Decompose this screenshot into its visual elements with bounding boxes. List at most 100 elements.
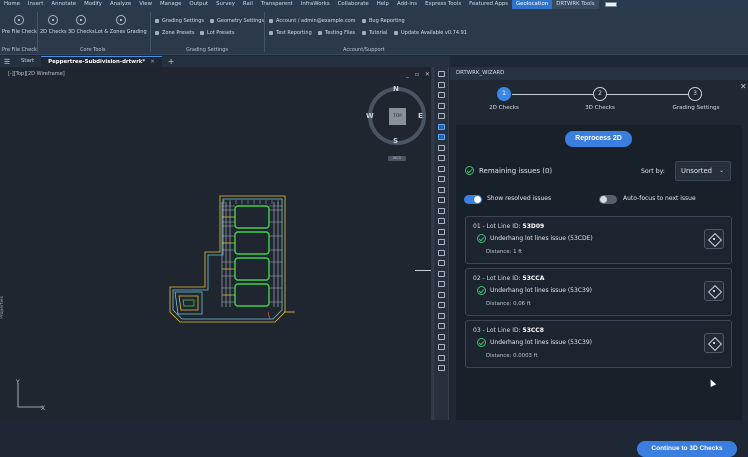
tool-icon[interactable]	[438, 176, 445, 182]
menu-item-view[interactable]: View	[135, 0, 156, 9]
close-tab-icon[interactable]: ✕	[150, 59, 155, 65]
menu-item-geolocation[interactable]: Geolocation	[512, 0, 553, 9]
menu-item-output[interactable]: Output	[185, 0, 212, 9]
zoom-to-issue-icon[interactable]	[704, 281, 724, 301]
reprocess-2d-button[interactable]: Reprocess 2D	[565, 131, 632, 147]
tool-icon[interactable]	[438, 218, 445, 224]
issue-card[interactable]: 02 - Lot Line ID: 53CCA Underhang lot li…	[465, 268, 732, 316]
tool-icon[interactable]	[438, 155, 445, 161]
tab-drawing[interactable]: Peppertree-Subdivision-drtwrk* ✕	[41, 56, 162, 67]
3d-checks-button[interactable]: 3D Checks	[68, 15, 95, 35]
menu-item-express-tools[interactable]: Express Tools	[421, 0, 465, 9]
test-reporting-button[interactable]: Test Reporting	[269, 30, 312, 36]
show-resolved-toggle[interactable]	[464, 195, 482, 204]
sort-by-label: Sort by:	[641, 168, 665, 175]
menu-item-featured-apps[interactable]: Featured Apps	[465, 0, 512, 9]
tool-icon[interactable]	[438, 239, 445, 245]
tool-icon[interactable]	[438, 134, 445, 140]
tool-icon[interactable]	[438, 344, 445, 350]
viewport-label[interactable]: [-][Top][2D Wireframe]	[8, 71, 65, 77]
tool-icon[interactable]	[438, 323, 445, 329]
tool-icon[interactable]	[438, 92, 445, 98]
panel-title[interactable]: DRTWRK_WIZARD	[450, 67, 748, 80]
tool-icon[interactable]	[438, 281, 445, 287]
viewport-window-controls[interactable]: _ ▫ ✕	[406, 71, 432, 78]
tutorial-button[interactable]: Tutorial	[362, 30, 387, 36]
compass-north: N	[393, 85, 399, 93]
properties-side-tab[interactable]: Properties	[0, 296, 5, 319]
2d-checks-icon	[48, 15, 59, 25]
testing-files-button[interactable]: Testing Files	[318, 30, 355, 36]
menu-item-add-ins[interactable]: Add-ins	[393, 0, 421, 9]
menu-icon[interactable]: ☰	[0, 58, 14, 66]
menu-item-collaborate[interactable]: Collaborate	[334, 0, 373, 9]
tool-icon[interactable]	[438, 260, 445, 266]
tool-icon[interactable]	[438, 71, 445, 77]
sort-select[interactable]: Unsorted ⌄	[675, 161, 731, 181]
tool-icon[interactable]	[438, 249, 445, 256]
lot-presets-button[interactable]: Lot Presets	[200, 30, 235, 36]
menu-item-survey[interactable]: Survey	[212, 0, 239, 9]
tool-icon[interactable]	[438, 113, 445, 119]
tab-start[interactable]: Start	[14, 56, 41, 67]
menu-item-annotate[interactable]: Annotate	[47, 0, 80, 9]
tool-icon[interactable]	[438, 228, 445, 235]
menu-item-home[interactable]: Home	[0, 0, 24, 9]
account-button[interactable]: Account / admin@example.com	[269, 18, 356, 24]
menu-item-analyze[interactable]: Analyze	[106, 0, 135, 9]
tool-icon[interactable]	[438, 144, 445, 151]
menu-item-help[interactable]: Help	[373, 0, 393, 9]
tool-icon[interactable]	[438, 81, 445, 88]
close-icon[interactable]: ✕	[740, 82, 747, 91]
menu-item-drtwrk-tools[interactable]: DRTWRK Tools	[552, 0, 599, 9]
zoom-to-issue-icon[interactable]	[704, 229, 724, 249]
drawing-viewport[interactable]: [-][Top][2D Wireframe] _ ▫ ✕ TOP N S E W…	[0, 67, 432, 420]
tool-icon[interactable]	[438, 207, 445, 214]
issue-card[interactable]: 03 - Lot Line ID: 53CC8 Underhang lot li…	[465, 320, 732, 368]
menu-item-rail[interactable]: Rail	[239, 0, 257, 9]
issue-description: Underhang lot lines issue (53C39)	[473, 286, 592, 295]
tool-icon[interactable]	[438, 197, 445, 203]
issue-card[interactable]: 01 - Lot Line ID: 53D09 Underhang lot li…	[465, 216, 732, 264]
step-1-circle[interactable]: 1	[497, 87, 511, 101]
pre-file-check-button[interactable]: Pre File Check	[2, 15, 37, 35]
toggle-knob	[474, 196, 481, 203]
2d-checks-button[interactable]: 2D Checks	[40, 15, 67, 35]
step-connector	[607, 94, 688, 95]
menu-item-transparent[interactable]: Transparent	[257, 0, 297, 9]
language-flag-icon[interactable]	[604, 2, 617, 7]
lot-zones-grading-button[interactable]: Lot & Zones Grading	[95, 15, 147, 35]
tool-icon[interactable]	[438, 186, 445, 193]
report-icon	[269, 31, 273, 35]
tool-icon[interactable]	[438, 102, 445, 109]
grading-settings-button[interactable]: Grading Settings	[155, 18, 204, 24]
zone-presets-button[interactable]: Zone Presets	[155, 30, 195, 36]
tool-icon[interactable]	[438, 333, 445, 340]
view-cube-top-face[interactable]: TOP	[389, 108, 406, 125]
issue-card-header: 02 - Lot Line ID: 53CCA	[473, 275, 545, 282]
auto-focus-toggle[interactable]	[599, 195, 617, 204]
tool-icon[interactable]	[438, 291, 445, 298]
tool-icon[interactable]	[438, 312, 445, 319]
geometry-settings-button[interactable]: Geometry Settings	[210, 18, 264, 24]
tool-icon[interactable]	[438, 165, 445, 172]
new-tab-icon[interactable]: +	[168, 57, 175, 66]
menu-item-modify[interactable]: Modify	[80, 0, 106, 9]
tool-icon[interactable]	[438, 365, 445, 371]
menu-item-insert[interactable]: Insert	[24, 0, 47, 9]
tool-icon[interactable]	[438, 302, 445, 308]
tool-icon[interactable]	[438, 270, 445, 277]
zoom-to-issue-icon[interactable]	[704, 333, 724, 353]
step-3-circle[interactable]: 3	[688, 87, 702, 101]
step-1-label: 2D Checks	[489, 105, 519, 111]
tool-icon[interactable]	[438, 123, 445, 130]
wcs-menu[interactable]: WCS	[388, 156, 406, 161]
compass-east: E	[418, 112, 423, 120]
tool-icon[interactable]	[438, 354, 445, 361]
menu-item-manage[interactable]: Manage	[156, 0, 185, 9]
step-2-circle[interactable]: 2	[593, 87, 607, 101]
bug-reporting-button[interactable]: Bug Reporting	[362, 18, 405, 24]
continue-to-3d-checks-button[interactable]: Continue to 3D Checks	[637, 441, 737, 457]
update-available-button[interactable]: Update Available v0.74.91	[394, 30, 467, 36]
menu-item-infraworks[interactable]: InfraWorks	[297, 0, 334, 9]
